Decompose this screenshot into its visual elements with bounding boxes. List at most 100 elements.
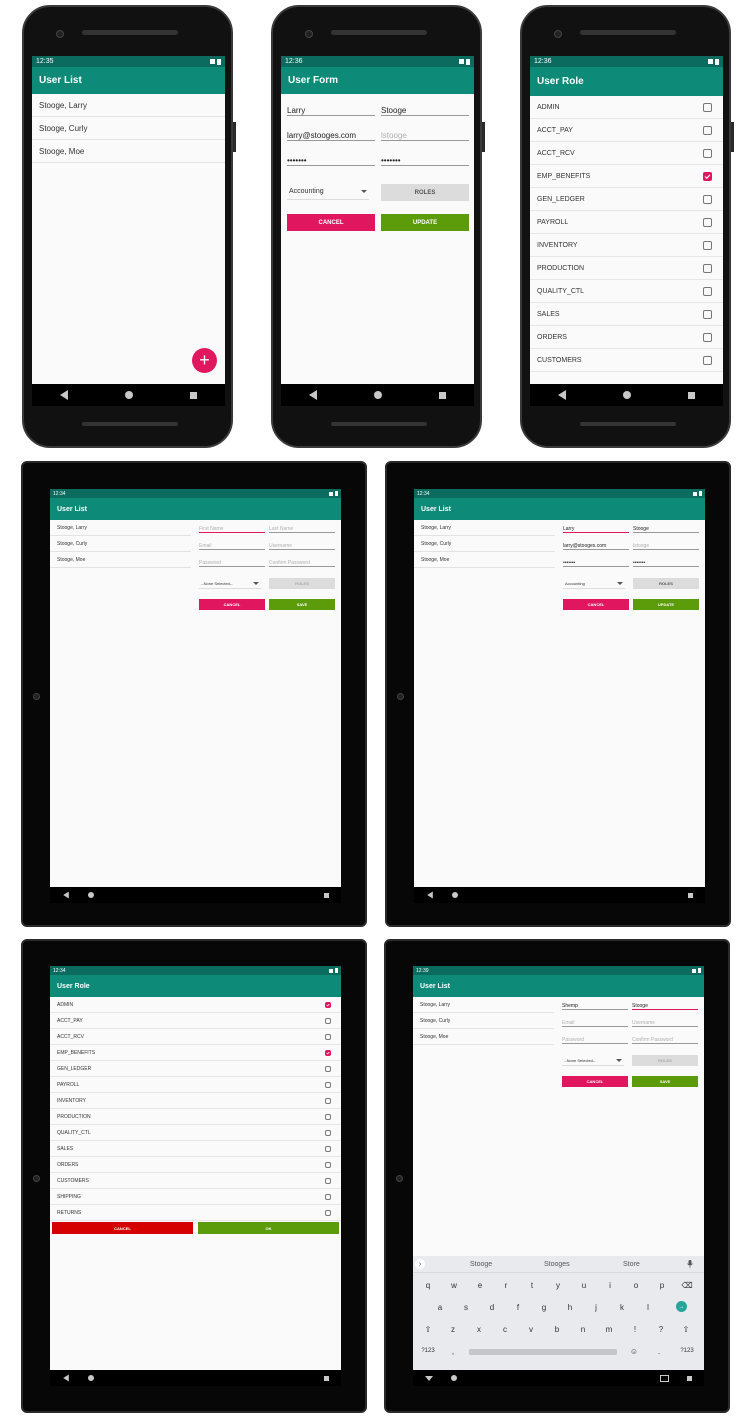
keyboard-key[interactable]: q [421, 1278, 435, 1292]
user-list-item[interactable]: Stooge, Moe [414, 552, 555, 568]
cancel-button[interactable]: CANCEL [287, 214, 375, 231]
role-row[interactable]: ACCT_PAY [50, 1013, 341, 1029]
keyboard-key[interactable]: g [537, 1300, 551, 1314]
password-field[interactable]: ••••••• [563, 557, 629, 567]
last-name-field[interactable]: Stooge [381, 102, 469, 116]
checkbox-icon[interactable] [703, 125, 712, 135]
checkbox-icon[interactable] [703, 217, 712, 227]
checkbox-icon[interactable] [325, 1113, 331, 1120]
first-name-field[interactable]: First Name [199, 523, 265, 533]
checkbox-icon[interactable] [325, 1033, 331, 1040]
keyboard-key[interactable]: v [524, 1322, 538, 1336]
keyboard-key[interactable]: ! [628, 1322, 642, 1336]
shift-icon[interactable]: ⇧ [679, 1322, 693, 1336]
user-list-item[interactable]: Stooge, Larry [413, 997, 554, 1013]
back-icon[interactable] [558, 390, 567, 400]
checkbox-icon[interactable] [325, 1177, 331, 1184]
checkbox-icon[interactable] [703, 194, 712, 204]
department-select[interactable]: Accounting [287, 184, 369, 200]
role-row[interactable]: PRODUCTION [530, 257, 723, 280]
checkbox-icon[interactable] [703, 240, 712, 250]
home-icon[interactable] [124, 391, 133, 399]
email-field[interactable]: larry@stooges.com [563, 540, 629, 550]
recents-icon[interactable] [687, 1375, 692, 1381]
user-list-item[interactable]: Stooge, Curly [32, 117, 225, 140]
checkbox-icon[interactable] [703, 309, 712, 319]
checkbox-icon[interactable] [703, 263, 712, 273]
user-list-item[interactable]: Stooge, Curly [50, 536, 191, 552]
expand-icon[interactable]: › [415, 1259, 425, 1269]
recents-icon[interactable] [687, 391, 695, 399]
recents-icon[interactable] [688, 892, 693, 898]
checkbox-icon[interactable] [325, 1129, 331, 1136]
keyboard-key[interactable]: e [473, 1278, 487, 1292]
checkbox-icon[interactable] [325, 1161, 331, 1168]
first-name-field[interactable]: Shemp [562, 1000, 628, 1010]
user-list-item[interactable]: Stooge, Larry [50, 520, 191, 536]
checkbox-icon[interactable] [325, 1193, 331, 1200]
roles-button[interactable]: ROLES [632, 1055, 698, 1066]
recents-icon[interactable] [189, 391, 197, 399]
backspace-icon[interactable]: ⌫ [679, 1278, 695, 1292]
keyboard-key[interactable]: a [433, 1300, 447, 1314]
symbols-key[interactable]: ?123 [676, 1344, 698, 1358]
recents-icon[interactable] [324, 892, 329, 898]
emoji-icon[interactable]: ☺ [628, 1344, 640, 1358]
checkbox-icon[interactable] [703, 332, 712, 342]
role-row[interactable]: ORDERS [530, 326, 723, 349]
checkbox-icon[interactable] [325, 1209, 331, 1216]
checkbox-icon[interactable] [325, 1145, 331, 1152]
keyboard-key[interactable]: i [603, 1278, 617, 1292]
confirm-password-field[interactable]: Confirm Password [632, 1034, 698, 1044]
confirm-password-field[interactable]: ••••••• [381, 152, 469, 166]
cancel-button[interactable]: CANCEL [563, 599, 629, 610]
department-select[interactable]: --None Selected-- [199, 578, 261, 589]
keyboard-key[interactable]: b [550, 1322, 564, 1336]
suggestion[interactable]: Stooges [544, 1261, 570, 1268]
ok-button[interactable]: OK [198, 1222, 339, 1234]
save-button[interactable]: SAVE [269, 599, 335, 610]
cancel-button[interactable]: CANCEL [562, 1076, 628, 1087]
keyboard-key[interactable]: c [498, 1322, 512, 1336]
role-row[interactable]: QUALITY_CTL [50, 1125, 341, 1141]
last-name-field[interactable]: Last Name [269, 523, 335, 533]
role-row[interactable]: EMP_BENEFITS [530, 165, 723, 188]
role-row[interactable]: CUSTOMERS [530, 349, 723, 372]
username-field[interactable]: Username [269, 540, 335, 550]
user-list-item[interactable]: Stooge, Curly [414, 536, 555, 552]
role-row[interactable]: GEN_LEDGER [50, 1061, 341, 1077]
checkbox-icon[interactable] [703, 286, 712, 296]
password-field[interactable]: Password [199, 557, 265, 567]
home-icon[interactable] [88, 892, 94, 898]
role-row[interactable]: SALES [50, 1141, 341, 1157]
user-list-item[interactable]: Stooge, Moe [50, 552, 191, 568]
last-name-field[interactable]: Stooge [632, 1000, 698, 1010]
keyboard-key[interactable]: n [576, 1322, 590, 1336]
keyboard-key[interactable]: p [655, 1278, 669, 1292]
first-name-field[interactable]: Larry [563, 523, 629, 533]
role-row[interactable]: PAYROLL [530, 211, 723, 234]
department-select[interactable]: --None Selected-- [562, 1055, 624, 1066]
role-row[interactable]: RETURNS [50, 1205, 341, 1221]
role-row[interactable]: SALES [530, 303, 723, 326]
role-row[interactable]: ACCT_PAY [530, 119, 723, 142]
keyboard-key[interactable]: z [446, 1322, 460, 1336]
keyboard-key[interactable]: h [563, 1300, 577, 1314]
role-row[interactable]: PAYROLL [50, 1077, 341, 1093]
checkbox-icon[interactable] [325, 1017, 331, 1024]
home-icon[interactable] [373, 391, 382, 399]
user-list-item[interactable]: Stooge, Moe [32, 140, 225, 163]
roles-button[interactable]: ROLES [381, 184, 469, 201]
keyboard-key[interactable]: t [525, 1278, 539, 1292]
update-button[interactable]: UPDATE [381, 214, 469, 231]
keyboard-key[interactable]: f [511, 1300, 525, 1314]
symbols-key[interactable]: ?123 [417, 1344, 439, 1358]
user-list-item[interactable]: Stooge, Larry [32, 94, 225, 117]
suggestion[interactable]: Stooge [470, 1261, 492, 1268]
role-row[interactable]: PRODUCTION [50, 1109, 341, 1125]
recents-icon[interactable] [438, 391, 446, 399]
back-icon[interactable] [63, 1374, 69, 1382]
cancel-button[interactable]: CANCEL [199, 599, 265, 610]
checkbox-checked-icon[interactable] [325, 1001, 331, 1008]
user-list-item[interactable]: Stooge, Moe [413, 1029, 554, 1045]
